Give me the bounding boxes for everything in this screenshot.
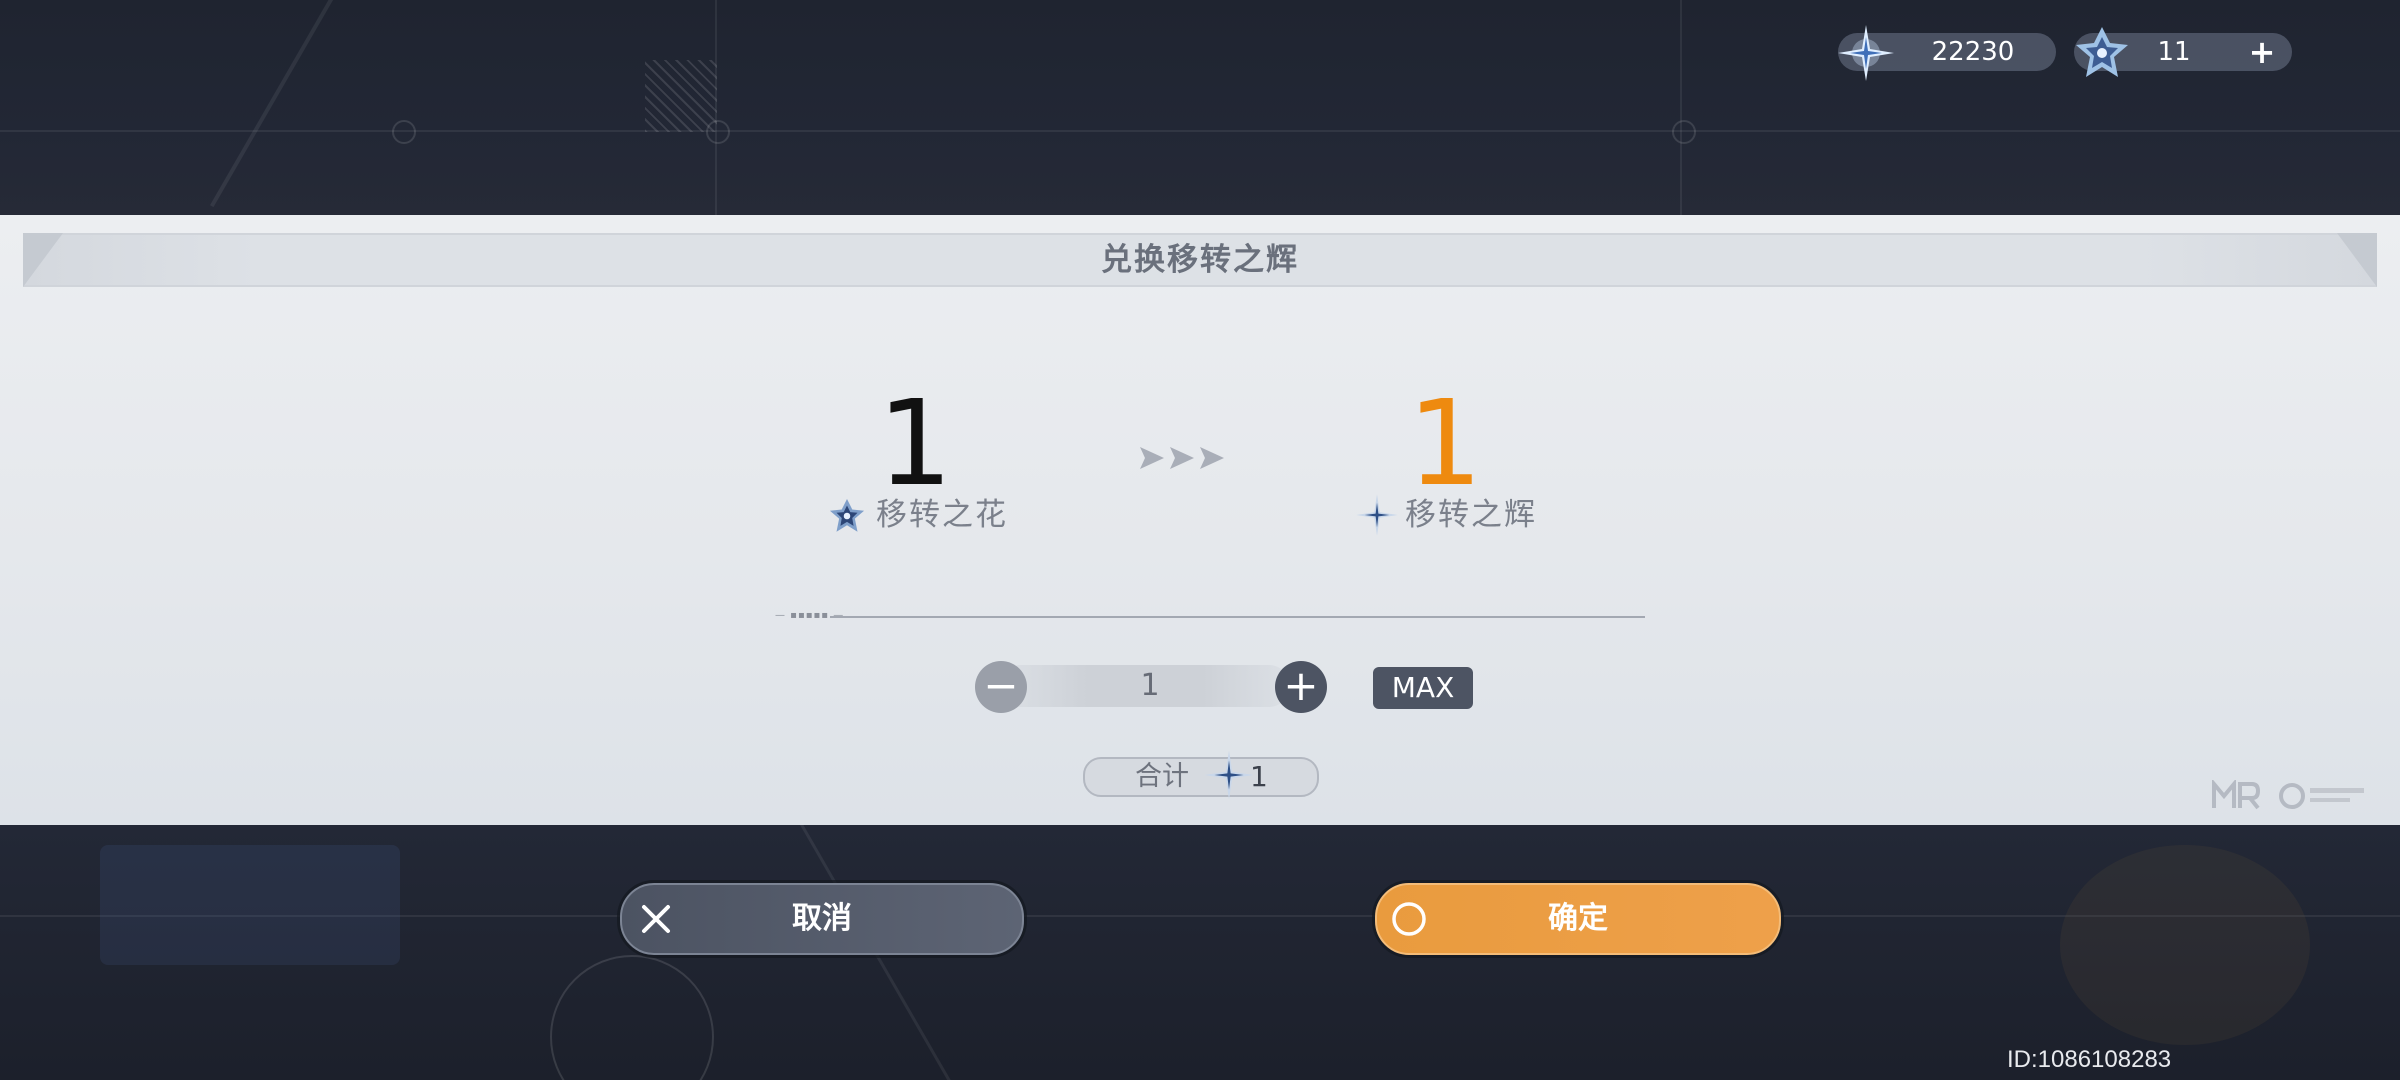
max-button[interactable]: MAX bbox=[1373, 667, 1473, 709]
deco-hatch bbox=[645, 60, 717, 132]
dialog-title: 兑换移转之辉 bbox=[1101, 242, 1299, 278]
dialog-title-bar: 兑换移转之辉 bbox=[23, 233, 2377, 287]
transfer-radiance-star-icon bbox=[1838, 25, 1894, 81]
total-value: 1 bbox=[1250, 760, 1268, 793]
quantity-value[interactable]: 1 bbox=[1050, 665, 1250, 707]
bottom-background bbox=[0, 825, 2400, 1080]
deco-ring bbox=[1672, 120, 1696, 144]
add-flower-button[interactable]: + bbox=[2242, 33, 2282, 71]
target-item-name: 移转之辉 bbox=[1405, 497, 1537, 533]
currency-flower-value: 11 bbox=[2157, 37, 2191, 67]
total-label: 合计 bbox=[1135, 761, 1189, 792]
deco-ring bbox=[550, 955, 714, 1080]
deco-line bbox=[1680, 0, 1682, 215]
decrease-button[interactable]: − bbox=[975, 661, 1027, 713]
deco-glow bbox=[2060, 845, 2310, 1045]
target-amount: 1 bbox=[1407, 374, 1483, 512]
deco-line bbox=[0, 130, 2400, 132]
deco-line bbox=[210, 0, 344, 208]
currency-glow-value: 22230 bbox=[1931, 37, 2015, 67]
confirm-label: 确定 bbox=[1548, 901, 1608, 936]
transfer-flower-crystal-icon bbox=[2076, 27, 2128, 77]
currency-flower-pill: 11 + bbox=[2074, 27, 2292, 77]
increase-button[interactable]: + bbox=[1275, 661, 1327, 713]
cancel-label: 取消 bbox=[792, 901, 852, 936]
source-amount: 1 bbox=[877, 374, 953, 512]
currency-glow-pill: 22230 bbox=[1838, 25, 2056, 81]
exchange-dialog: 兑换移转之辉 1 移转之花 1 移转之辉 — ▪▪▪▪▪ — − 1 + MAX… bbox=[0, 215, 2400, 825]
user-id: ID:1086108283 bbox=[2007, 1046, 2172, 1073]
game-logo-icon bbox=[2279, 783, 2364, 809]
transfer-radiance-star-icon bbox=[1204, 750, 1254, 800]
deco-panel bbox=[100, 845, 400, 965]
studio-logo-icon bbox=[2212, 780, 2260, 810]
total-box: 合计 1 bbox=[1083, 750, 1319, 800]
transfer-radiance-star-icon bbox=[1356, 494, 1398, 536]
cancel-button[interactable]: 取消 bbox=[620, 883, 1024, 955]
divider bbox=[830, 616, 1645, 618]
convert-arrows-icon bbox=[1140, 447, 1224, 469]
source-item-name: 移转之花 bbox=[876, 497, 1008, 533]
deco-ring bbox=[392, 120, 416, 144]
confirm-button[interactable]: 确定 bbox=[1375, 883, 1781, 955]
transfer-flower-crystal-icon bbox=[829, 498, 865, 532]
